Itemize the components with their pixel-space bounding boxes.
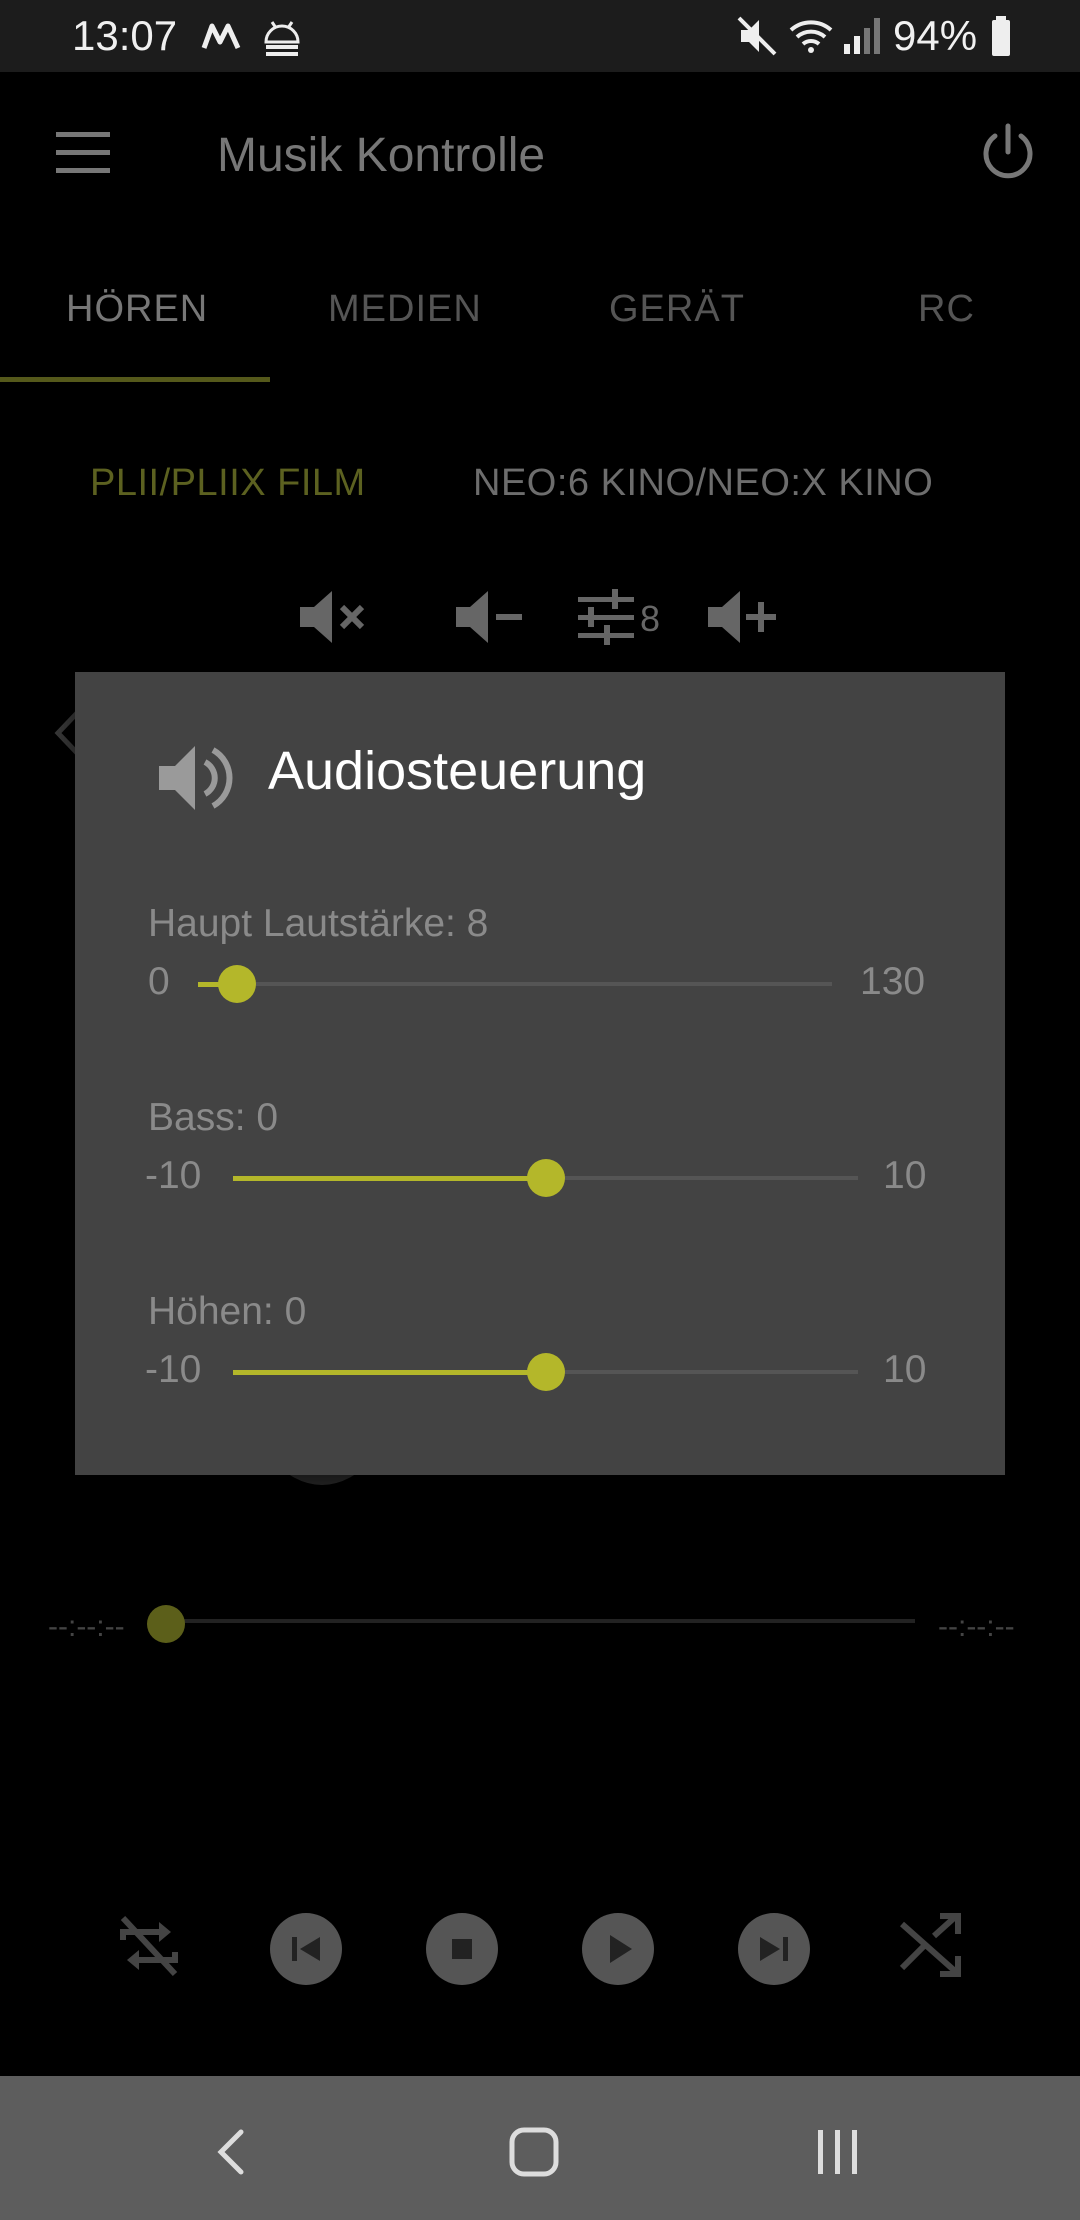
main-volume-label: Haupt Lautstärke: 8 xyxy=(148,902,489,945)
tab-bar: HÖREN MEDIEN GERÄT RC xyxy=(0,242,1080,382)
elapsed-time: --:--:-- xyxy=(48,1610,125,1643)
tab-rc[interactable]: RC xyxy=(918,288,975,331)
wifi-icon xyxy=(789,20,833,53)
volume-mute-icon[interactable] xyxy=(296,585,376,649)
mute-icon xyxy=(737,16,777,56)
stop-icon xyxy=(452,1939,472,1959)
battery-percent: 94% xyxy=(893,12,978,59)
bass-max: 10 xyxy=(883,1154,927,1197)
home-icon[interactable] xyxy=(498,2116,570,2188)
stop-button[interactable] xyxy=(426,1913,498,1985)
back-icon[interactable] xyxy=(197,2116,269,2188)
power-icon[interactable] xyxy=(975,120,1041,186)
progress-track[interactable] xyxy=(150,1619,915,1623)
previous-button[interactable] xyxy=(270,1913,342,1985)
total-time: --:--:-- xyxy=(938,1610,1015,1643)
recents-icon[interactable] xyxy=(802,2116,874,2188)
tab-geraet[interactable]: GERÄT xyxy=(609,288,745,331)
navigation-bar xyxy=(0,2076,1080,2220)
speaker-icon xyxy=(159,746,233,810)
play-button[interactable] xyxy=(582,1913,654,1985)
sound-mode-plii-film[interactable]: PLII/PLIIX FILM xyxy=(90,462,366,505)
battery-icon xyxy=(992,16,1010,56)
main-volume-slider-track[interactable] xyxy=(198,982,832,986)
shuffle-icon[interactable] xyxy=(894,1910,966,1982)
treble-max: 10 xyxy=(883,1348,927,1391)
sound-mode-neo6-kino[interactable]: NEO:6 KINO/NEO:X KINO xyxy=(473,462,933,505)
treble-slider-fill xyxy=(233,1370,546,1375)
android-debug-icon xyxy=(264,21,300,56)
m-notification-icon xyxy=(201,23,241,50)
status-bar: 13:07 94% xyxy=(0,0,1080,72)
tab-hoeren[interactable]: HÖREN xyxy=(66,288,208,331)
progress-thumb[interactable] xyxy=(147,1605,185,1643)
volume-down-icon[interactable] xyxy=(452,585,532,649)
volume-up-icon[interactable] xyxy=(704,585,784,649)
repeat-icon[interactable] xyxy=(113,1910,185,1982)
main-volume-slider-thumb[interactable] xyxy=(218,965,256,1003)
bass-label: Bass: 0 xyxy=(148,1096,279,1139)
tab-medien[interactable]: MEDIEN xyxy=(328,288,482,331)
tab-indicator xyxy=(0,377,270,382)
main-volume-min: 0 xyxy=(148,960,170,1003)
audio-control-dialog: Audiosteuerung Haupt Lautstärke: 8 0 130 Ba… xyxy=(75,672,1005,1475)
bass-slider-fill xyxy=(233,1176,546,1181)
next-icon xyxy=(760,1937,788,1961)
status-time: 13:07 xyxy=(72,12,178,59)
next-button[interactable] xyxy=(738,1913,810,1985)
play-icon xyxy=(610,1935,632,1963)
bass-slider-thumb[interactable] xyxy=(526,1159,565,1197)
bass-min: -10 xyxy=(145,1154,202,1197)
treble-label: Höhen: 0 xyxy=(148,1290,307,1333)
treble-min: -10 xyxy=(145,1348,202,1391)
page-title: Musik Kontrolle xyxy=(217,129,546,182)
dialog-title: Audiosteuerung xyxy=(268,741,647,801)
treble-slider-thumb[interactable] xyxy=(526,1353,565,1391)
signal-icon xyxy=(844,18,880,54)
main-volume-max: 130 xyxy=(860,960,926,1003)
hamburger-menu-icon[interactable] xyxy=(50,124,116,180)
app-bar: Musik Kontrolle xyxy=(0,72,1080,242)
volume-level: 8 xyxy=(640,598,661,639)
previous-icon xyxy=(292,1937,320,1961)
